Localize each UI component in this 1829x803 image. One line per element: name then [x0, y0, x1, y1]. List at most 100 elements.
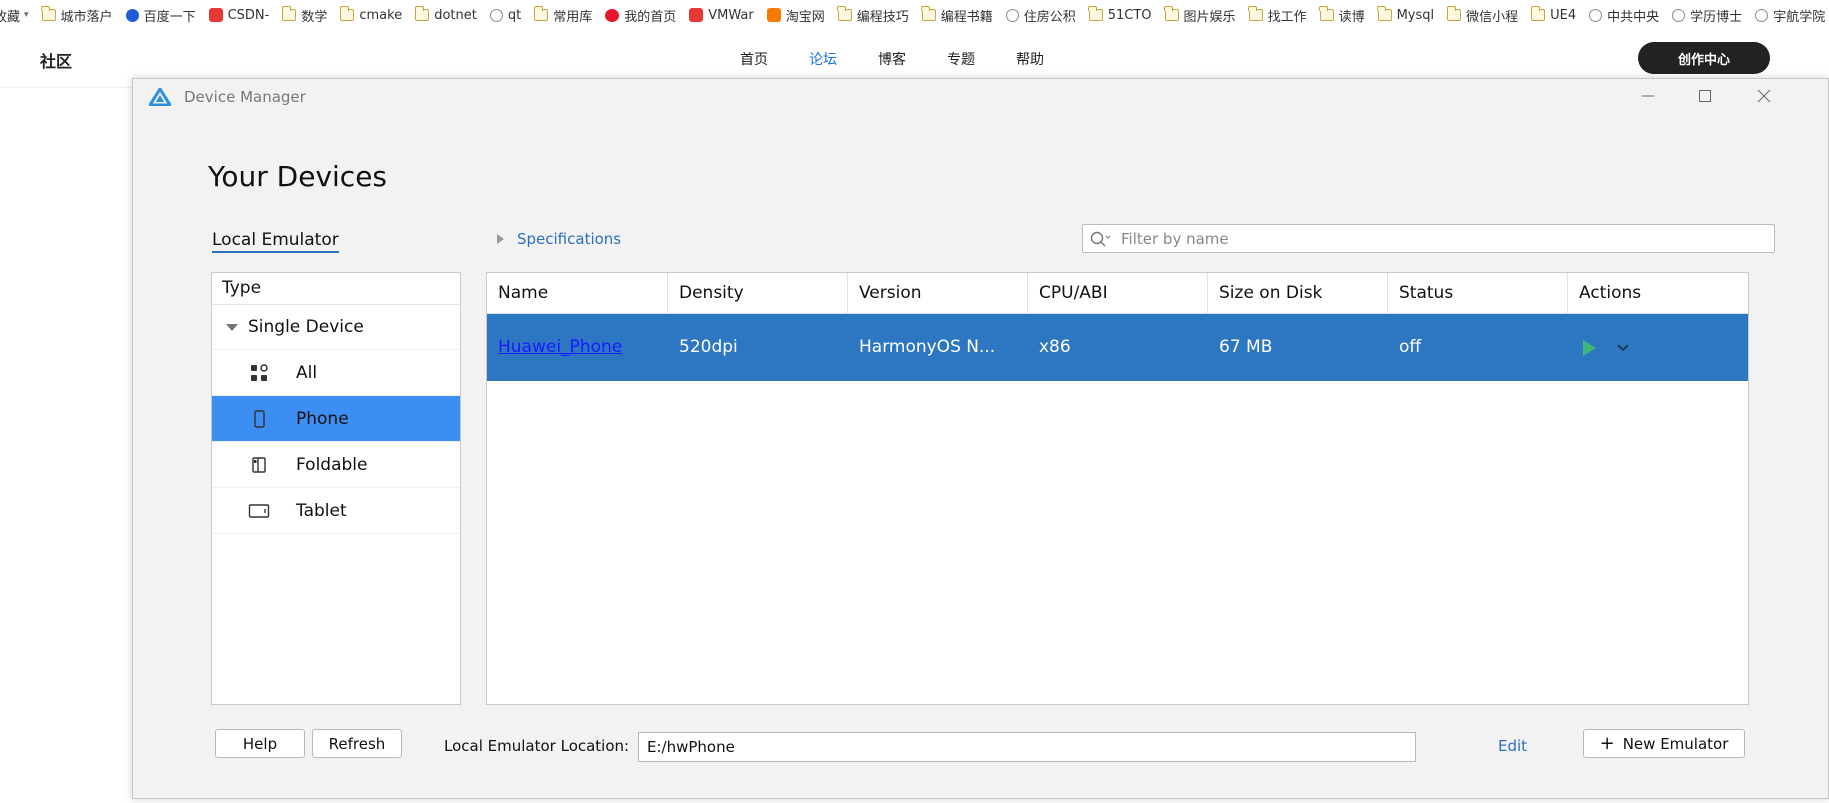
bookmark-label: 百度一下: [143, 9, 196, 25]
site-logo[interactable]: 社区: [40, 48, 72, 72]
bookmark-item[interactable]: 编程书籍: [921, 6, 993, 25]
type-item-label: Phone: [296, 408, 349, 429]
device-manager-window: Device Manager Your Devices Local Emulat…: [132, 78, 1829, 799]
bookmark-item[interactable]: 数学: [281, 6, 327, 25]
globe-icon: [489, 8, 503, 22]
type-item-foldable[interactable]: Foldable: [212, 442, 460, 488]
help-button[interactable]: Help: [215, 729, 305, 758]
bookmark-item[interactable]: 城市落户: [41, 6, 113, 25]
globe-icon: [1672, 8, 1686, 22]
type-item-tablet[interactable]: Tablet: [212, 488, 460, 534]
deveco-logo-icon: [149, 88, 171, 106]
globe-icon: [1755, 8, 1769, 22]
edit-location-link[interactable]: Edit: [1498, 737, 1527, 755]
bookmark-item[interactable]: 找工作: [1248, 6, 1307, 25]
folder-icon: [339, 6, 355, 21]
bookmark-item[interactable]: 图片娱乐: [1164, 6, 1236, 25]
folder-icon: [1164, 6, 1179, 21]
bookmark-item[interactable]: qt: [489, 8, 521, 23]
bookmark-item[interactable]: dotnet: [414, 6, 477, 23]
folder-icon: [533, 6, 549, 21]
filter-input[interactable]: [1119, 228, 1774, 249]
emulator-location-input[interactable]: [638, 732, 1416, 762]
bookmark-item[interactable]: Mysql: [1377, 6, 1435, 23]
bookmark-item[interactable]: 淘宝网: [766, 6, 825, 25]
bookmark-item[interactable]: 编程技巧: [837, 6, 909, 25]
minimize-button[interactable]: [1633, 85, 1663, 107]
bookmark-item[interactable]: VMWar: [689, 8, 754, 23]
column-header-version[interactable]: Version: [848, 273, 1028, 313]
bookmark-item[interactable]: 中共中央: [1589, 6, 1659, 25]
maximize-button[interactable]: [1690, 85, 1720, 107]
bookmark-label: 编程书籍: [940, 9, 993, 25]
bookmark-label: Mysql: [1396, 7, 1435, 23]
search-icon: [1090, 231, 1111, 246]
filter-box: [1082, 224, 1775, 253]
refresh-button[interactable]: Refresh: [312, 729, 402, 758]
nav-home[interactable]: 首页: [740, 49, 768, 69]
bookmark-label: 51CTO: [1107, 7, 1152, 23]
cell-cpu: x86: [1039, 337, 1071, 357]
globe-icon: [1589, 8, 1603, 22]
folder-icon: [921, 6, 936, 21]
device-name-link[interactable]: Huawei_Phone: [498, 337, 622, 357]
folder-icon: [1377, 6, 1392, 21]
new-emulator-button[interactable]: + New Emulator: [1583, 729, 1745, 758]
specifications-label: Specifications: [517, 230, 622, 248]
bookmarks-bar: 收藏 ▾ 城市落户 百度一下 CSDN- 数学 cmake dotnet qt …: [0, 0, 1829, 30]
type-item-label: Foldable: [296, 454, 368, 475]
plus-icon: +: [1599, 732, 1615, 754]
bookmark-item[interactable]: 51CTO: [1088, 6, 1152, 23]
column-header-density[interactable]: Density: [668, 273, 848, 313]
play-icon: [1583, 339, 1596, 356]
type-group-single-device[interactable]: Single Device: [212, 305, 460, 350]
bookmark-item[interactable]: 百度一下: [125, 6, 196, 25]
bookmark-item[interactable]: 读博: [1319, 6, 1365, 25]
tab-local-emulator[interactable]: Local Emulator: [212, 230, 339, 253]
nav-forum[interactable]: 论坛: [809, 49, 837, 69]
folder-icon: [414, 6, 430, 21]
specifications-toggle[interactable]: Specifications: [497, 230, 621, 248]
bookmark-label: 找工作: [1267, 9, 1307, 25]
bookmark-item[interactable]: CSDN-: [208, 8, 269, 23]
grid-icon: [248, 362, 270, 384]
bookmark-item[interactable]: 常用库: [533, 6, 592, 25]
weibo-icon: [605, 8, 620, 22]
cell-name: Huawei_Phone: [487, 314, 668, 381]
bookmark-item[interactable]: cmake: [339, 6, 402, 23]
type-item-phone[interactable]: Phone: [212, 396, 460, 442]
type-item-label: Tablet: [296, 500, 347, 521]
nav-help[interactable]: 帮助: [1016, 49, 1044, 69]
column-header-actions[interactable]: Actions: [1568, 273, 1748, 313]
folder-icon: [1319, 6, 1334, 21]
create-center-button[interactable]: 创作中心: [1638, 42, 1770, 74]
column-header-status[interactable]: Status: [1388, 273, 1568, 313]
bookmark-label: UE4: [1550, 7, 1577, 23]
bookmark-item[interactable]: UE4: [1530, 6, 1577, 23]
nav-topics[interactable]: 专题: [947, 49, 975, 69]
column-header-name[interactable]: Name: [487, 273, 668, 313]
bookmark-favorites[interactable]: 收藏 ▾: [0, 6, 29, 25]
table-header: Name Density Version CPU/ABI Size on Dis…: [487, 273, 1748, 314]
column-header-size[interactable]: Size on Disk: [1208, 273, 1388, 313]
more-actions-button[interactable]: [1613, 338, 1633, 358]
table-row[interactable]: Huawei_Phone 520dpi HarmonyOS N... x86 6…: [487, 314, 1748, 381]
type-item-all[interactable]: All: [212, 350, 460, 396]
bookmark-item[interactable]: 学历博士: [1672, 6, 1742, 25]
column-header-cpu[interactable]: CPU/ABI: [1028, 273, 1208, 313]
bookmark-label: 读博: [1338, 9, 1365, 25]
folder-icon: [1446, 6, 1462, 21]
bookmark-label: 宇航学院: [1773, 9, 1826, 25]
bookmark-item[interactable]: 宇航学院: [1755, 6, 1825, 25]
nav-blog[interactable]: 博客: [878, 49, 906, 69]
bookmark-item[interactable]: 我的首页: [605, 6, 676, 25]
bookmark-item[interactable]: 住房公积: [1005, 6, 1076, 25]
folder-icon: [1088, 6, 1103, 21]
bookmark-item[interactable]: 微信小程: [1446, 6, 1518, 25]
foldable-icon: [248, 454, 270, 476]
bookmark-label: 城市落户: [60, 9, 113, 25]
close-icon: [1757, 89, 1771, 103]
window-titlebar[interactable]: Device Manager: [133, 79, 1828, 113]
run-device-button[interactable]: [1579, 338, 1599, 358]
close-button[interactable]: [1749, 85, 1779, 107]
